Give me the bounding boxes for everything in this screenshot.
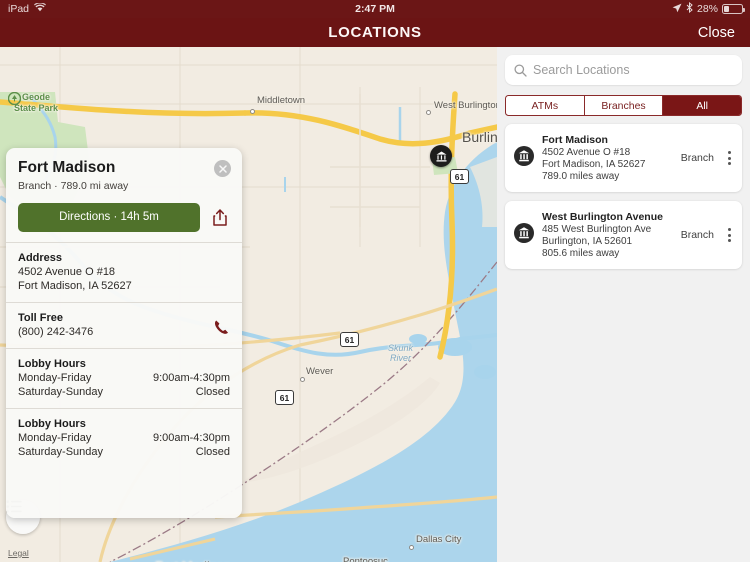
list-item[interactable]: Fort Madison 4502 Avenue O #18 Fort Madi… — [505, 124, 742, 192]
locations-screen: iPad 2:47 PM 28% LOCATIONS Close Geode S… — [0, 0, 750, 562]
location-type-badge: Branch — [680, 229, 714, 241]
legal-link[interactable]: Legal — [8, 548, 29, 558]
map-label-pontoosuc: Pontoosuc — [343, 556, 388, 562]
segment-all[interactable]: All — [663, 96, 741, 115]
segment-branches[interactable]: Branches — [585, 96, 664, 115]
map-shield-us61-b: 61 — [340, 332, 359, 347]
detail-card-header: Fort Madison Branch · 789.0 mi away Dire… — [6, 148, 242, 242]
map-label-middletown: Middletown — [257, 95, 306, 106]
hours-days: Saturday-Sunday — [18, 386, 103, 398]
location-address-2: Fort Madison, IA 52627 — [542, 159, 646, 170]
location-distance: 805.6 miles away — [542, 248, 620, 259]
map-dot-west-burlington — [426, 110, 431, 115]
map-pin-bank-burlington[interactable] — [430, 145, 452, 167]
phone-icon — [214, 320, 228, 334]
address-line-2: Fort Madison, IA 52627 — [18, 280, 132, 292]
more-vertical-icon[interactable] — [728, 228, 733, 242]
detail-address-section: Address 4502 Avenue O #18 Fort Madison, … — [6, 242, 242, 302]
address-line-1: 4502 Avenue O #18 — [18, 266, 116, 278]
location-address-2: Burlington, IA 52601 — [542, 236, 633, 247]
bank-icon — [435, 150, 447, 162]
hours-time: 9:00am-4:30pm — [152, 372, 230, 384]
search-icon — [514, 63, 527, 77]
hours-days: Monday-Friday — [18, 372, 92, 384]
phone-label: Toll Free — [18, 312, 64, 324]
hours-row: Monday-Friday 9:00am-4:30pm — [18, 432, 230, 444]
locations-panel: Search Locations ATMs Branches All Fort … — [497, 47, 750, 562]
hours-time: Closed — [195, 446, 230, 458]
detail-phone-section[interactable]: Toll Free (800) 242-3476 — [6, 302, 242, 348]
directions-button[interactable]: Directions · 14h 5m — [18, 203, 200, 232]
bluetooth-icon — [686, 1, 693, 16]
list-item-body: Fort Madison 4502 Avenue O #18 Fort Madi… — [542, 134, 667, 182]
location-name: Fort Madison — [542, 134, 608, 146]
address-label: Address — [18, 252, 63, 264]
shield-number: 61 — [454, 171, 465, 182]
map-label-burlington: Burlin — [462, 129, 497, 145]
location-distance: 789.0 miles away — [542, 171, 620, 182]
map-label-west-burlington: West Burlington — [434, 100, 497, 111]
share-button[interactable] — [210, 209, 230, 226]
river-label-line1: Skunk — [388, 343, 414, 353]
shield-number: 61 — [279, 392, 290, 403]
map-label-wever: Wever — [306, 366, 334, 377]
hours-row: Saturday-Sunday Closed — [18, 446, 230, 458]
nav-bar: LOCATIONS Close — [0, 18, 750, 47]
status-bar-right: 28% — [672, 1, 745, 16]
segment-atms[interactable]: ATMs — [506, 96, 585, 115]
status-bar: iPad 2:47 PM 28% — [0, 0, 750, 18]
detail-subtitle: Branch · 789.0 mi away — [18, 180, 129, 192]
location-address-1: 4502 Avenue O #18 — [542, 147, 631, 158]
map-dot-dallas-city — [409, 545, 414, 550]
more-vertical-icon[interactable] — [728, 151, 733, 165]
list-item-body: West Burlington Avenue 485 West Burlingt… — [542, 211, 667, 259]
map-label-dallas-city: Dallas City — [416, 534, 462, 545]
park-icon — [8, 92, 21, 105]
location-type-badge: Branch — [680, 152, 714, 164]
map-dot-middletown — [250, 109, 255, 114]
detail-hours-section-0: Lobby Hours Monday-Friday 9:00am-4:30pm … — [6, 348, 242, 408]
phone-call-button[interactable] — [213, 319, 230, 341]
detail-title: Fort Madison — [18, 159, 116, 176]
search-field[interactable]: Search Locations — [505, 55, 742, 85]
phone-number[interactable]: (800) 242-3476 — [18, 326, 230, 338]
filter-segmented-control[interactable]: ATMs Branches All — [505, 95, 742, 116]
river-label-line2: River — [390, 353, 412, 363]
close-button[interactable]: Close — [698, 25, 735, 41]
bank-icon — [514, 145, 534, 171]
location-detail-card: Fort Madison Branch · 789.0 mi away Dire… — [6, 148, 242, 518]
location-arrow-icon — [672, 3, 682, 16]
hours-row: Monday-Friday 9:00am-4:30pm — [18, 372, 230, 384]
bank-icon — [514, 222, 534, 248]
detail-card-footer-space — [6, 468, 242, 518]
map-label-geode-state-park: Geode State Park — [8, 92, 64, 114]
park-label-line1: Geode — [21, 92, 50, 102]
hours-days: Monday-Friday — [18, 432, 92, 444]
hours-time: Closed — [195, 386, 230, 398]
location-name: West Burlington Avenue — [542, 211, 663, 223]
battery-percent: 28% — [696, 3, 718, 15]
shield-number: 61 — [344, 334, 355, 345]
hours-label: Lobby Hours — [18, 418, 86, 430]
close-icon[interactable] — [214, 160, 231, 177]
hours-label: Lobby Hours — [18, 358, 86, 370]
hours-days: Saturday-Sunday — [18, 446, 103, 458]
results-list: Fort Madison 4502 Avenue O #18 Fort Madi… — [497, 116, 750, 277]
battery-icon — [722, 4, 745, 14]
location-address-1: 485 West Burlington Ave — [542, 224, 652, 235]
map-shield-us61-c: 61 — [275, 390, 294, 405]
share-icon — [213, 209, 227, 226]
map-shield-us61-a: 61 — [450, 169, 469, 184]
hours-time: 9:00am-4:30pm — [152, 432, 230, 444]
search-input[interactable]: Search Locations — [533, 63, 630, 77]
map-dot-wever — [300, 377, 305, 382]
clock: 2:47 PM — [355, 3, 395, 15]
hours-row: Saturday-Sunday Closed — [18, 386, 230, 398]
map-label-skunk-river: Skunk River — [388, 343, 413, 363]
detail-action-row: Directions · 14h 5m — [18, 203, 230, 232]
detail-hours-section-1: Lobby Hours Monday-Friday 9:00am-4:30pm … — [6, 408, 242, 468]
search-area: Search Locations — [497, 47, 750, 85]
list-item[interactable]: West Burlington Avenue 485 West Burlingt… — [505, 201, 742, 269]
page-title: LOCATIONS — [328, 24, 422, 41]
